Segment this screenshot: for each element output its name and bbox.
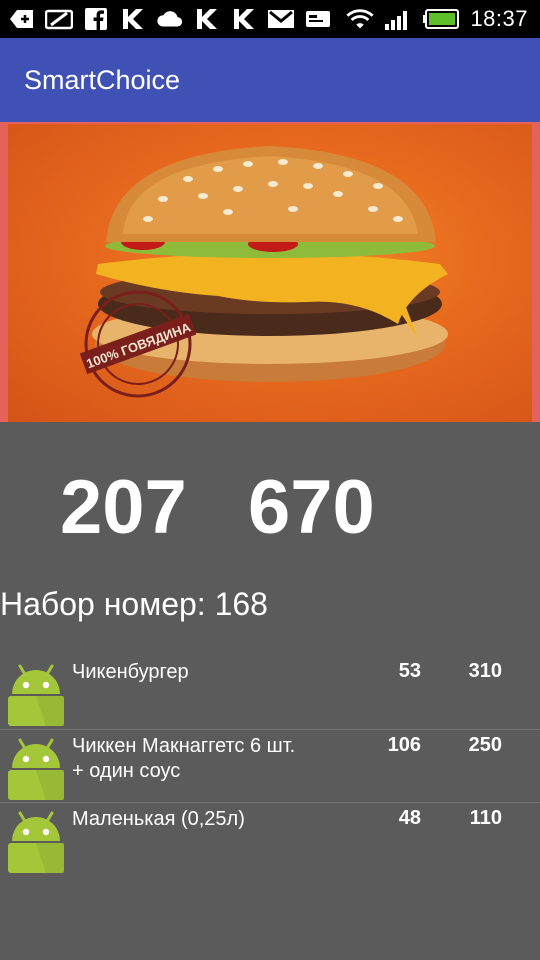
card-icon [304,6,332,32]
item-value-b: 310 [468,660,502,682]
notification-icons [8,6,332,32]
item-value-b: 110 [469,807,502,829]
list-item[interactable]: Чикенбургер 53 310 [0,656,540,729]
android-icon [6,809,66,873]
vk-icon [119,6,147,32]
item-value-b: 250 [468,734,502,756]
list-item[interactable]: Маленькая (0,25л) 48 110 [0,802,540,876]
vk-icon [230,6,258,32]
app-bar: SmartChoice [0,38,540,122]
total-value-b: 670 [248,465,375,550]
android-icon [6,736,66,800]
item-value-a: 53 [398,660,421,682]
total-value-a: 207 [60,465,187,550]
app-title: SmartChoice [24,65,181,95]
item-value-a: 48 [398,807,421,829]
battery-icon [422,6,460,32]
flipboard-icon [45,6,73,32]
signal-icon [384,6,412,32]
burger-image: 100% ГОВЯДИНА [8,124,532,422]
wifi-icon [346,6,375,32]
item-name: Чиккен Макнаггетс 6 шт. + один соус [72,735,296,782]
totals: 207 670 [0,466,540,556]
item-value-a: 106 [387,734,421,756]
status-bar: 18:37 [0,0,540,38]
usb-debug-icon [8,6,36,32]
set-number-label: Набор номер: 168 [0,586,268,622]
hero-banner: 100% ГОВЯДИНА [0,122,540,422]
item-name: Маленькая (0,25л) [72,808,245,830]
gmail-icon [267,6,295,32]
list-item[interactable]: Чиккен Макнаггетс 6 шт. + один соус 106 … [0,729,540,803]
item-name: Чикенбургер [72,661,189,683]
android-icon [6,662,66,726]
clock: 18:37 [470,6,528,31]
cloud-icon [156,6,184,32]
system-icons: 18:37 [346,4,528,34]
vk-icon [193,6,221,32]
facebook-icon [82,6,110,32]
